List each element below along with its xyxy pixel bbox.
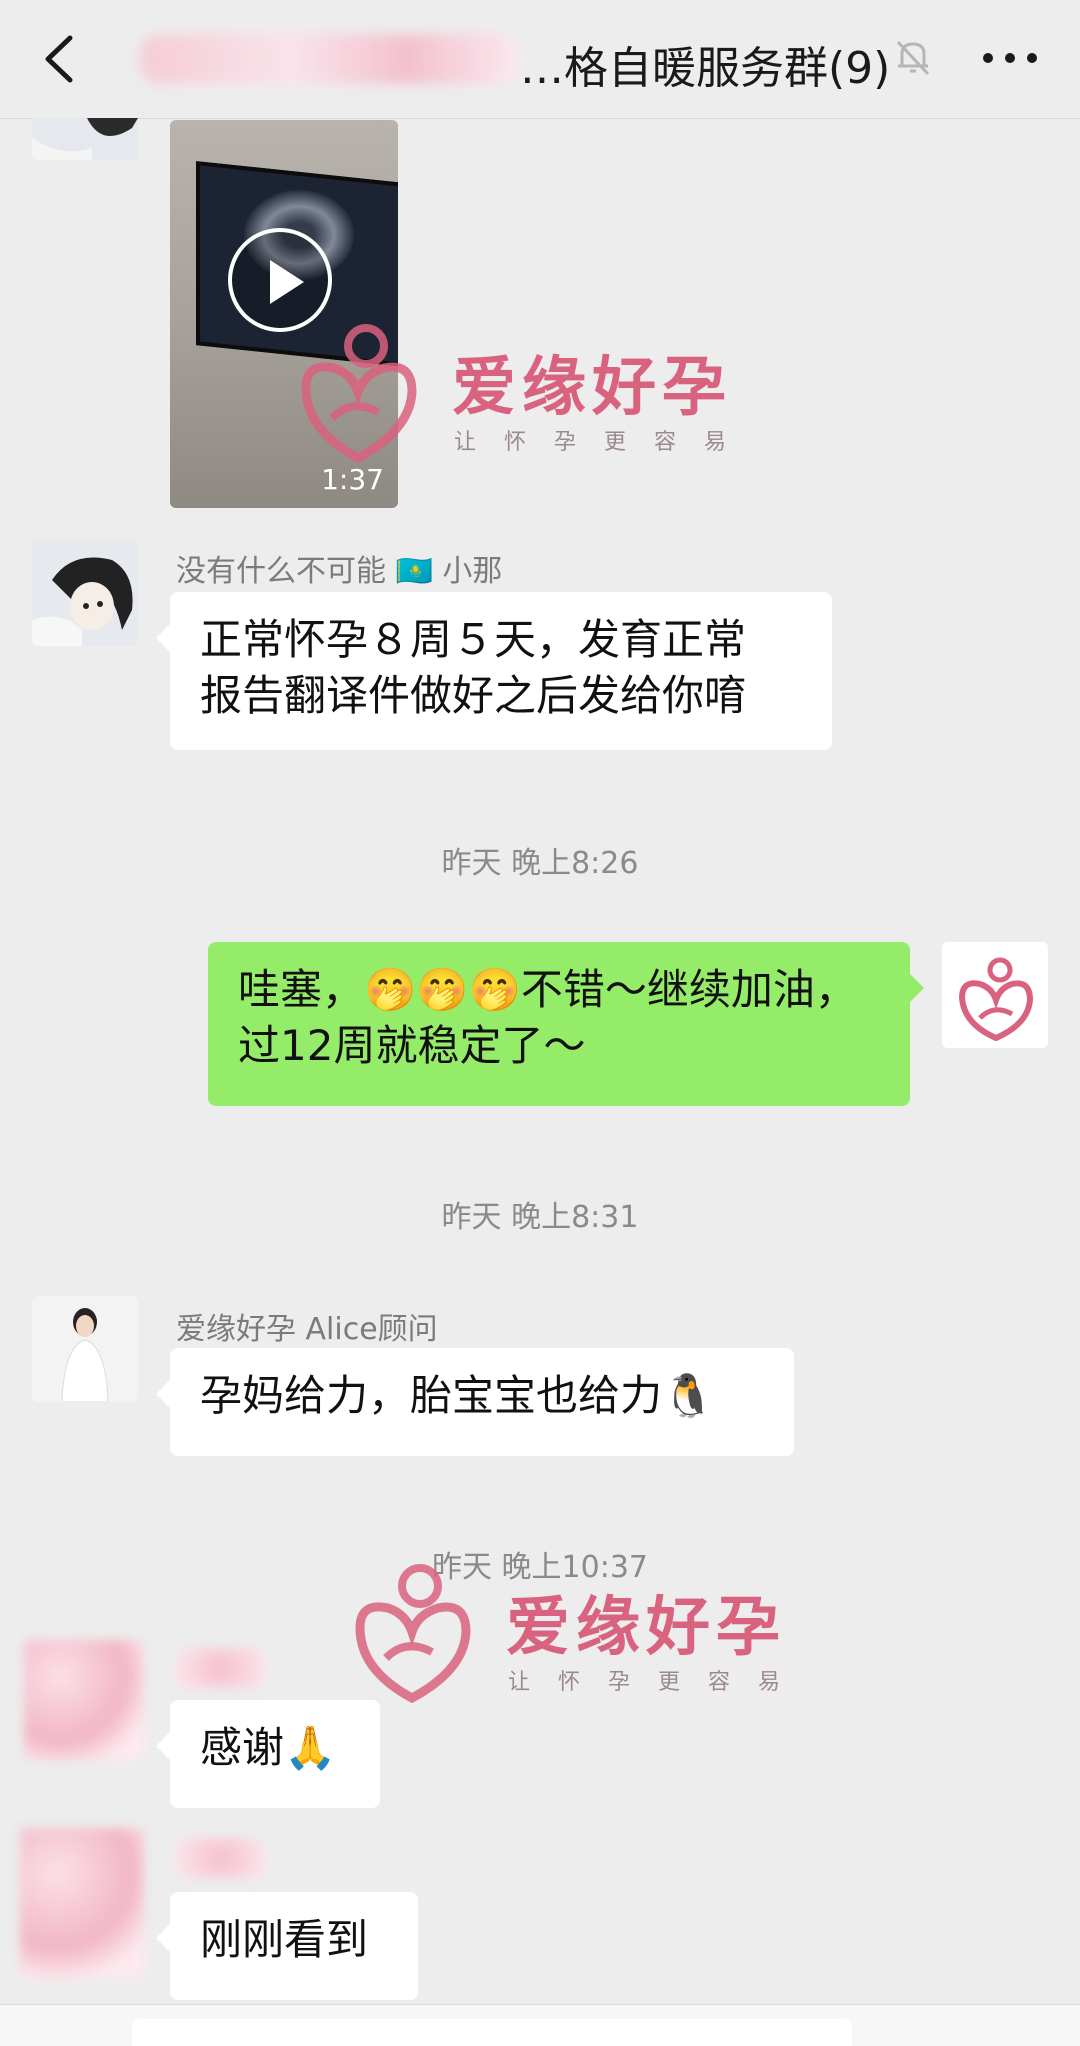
video-message[interactable]: 1:37 xyxy=(170,120,398,508)
watermark-title: 爱缘好孕 xyxy=(452,351,732,425)
penguin-emoji: 🐧 xyxy=(662,1371,715,1420)
message-text: 刚刚看到 xyxy=(200,1915,369,1964)
message-bubble[interactable]: 感谢🙏 xyxy=(156,1700,380,1808)
consultant-photo xyxy=(32,1296,138,1402)
video-duration: 1:37 xyxy=(321,463,384,496)
message-text: 哇塞， xyxy=(238,965,365,1014)
timestamp: 昨天 晚上10:37 xyxy=(432,1550,648,1585)
avatar[interactable] xyxy=(32,118,138,160)
input-bar xyxy=(0,2004,1080,2046)
chevron-left-icon xyxy=(45,35,73,83)
back-button[interactable] xyxy=(36,24,96,94)
blurred-sender-name xyxy=(176,1648,266,1688)
avatar[interactable] xyxy=(20,1828,144,1978)
watermark-subtitle: 让怀孕更容易 xyxy=(508,1670,809,1695)
message-text: 不错～继续加油， xyxy=(520,965,857,1014)
message-text-line: 正常怀孕８周５天，发育正常 xyxy=(200,615,747,664)
my-avatar[interactable] xyxy=(942,942,1048,1048)
brand-logo-icon xyxy=(942,942,1048,1048)
watermark-title: 爱缘好孕 xyxy=(506,1591,786,1665)
more-options-button[interactable] xyxy=(970,30,1050,86)
message-text: 感谢 xyxy=(200,1723,285,1772)
blurred-sender-name xyxy=(176,1838,266,1878)
avatar[interactable] xyxy=(24,1640,144,1760)
play-icon[interactable] xyxy=(228,228,332,332)
blurred-group-name xyxy=(140,34,520,84)
timestamp: 昨天 晚上8:31 xyxy=(441,1200,639,1235)
my-message-bubble[interactable]: 哇塞，🤭🤭🤭不错～继续加油， 过12周就稳定了～ xyxy=(208,942,924,1106)
timestamp: 昨天 晚上8:26 xyxy=(441,846,639,881)
group-title-text: …格自暖服务群(9) xyxy=(520,43,891,94)
message-text-line: 报告翻译件做好之后发给你唷 xyxy=(200,671,747,720)
message-bubble[interactable]: 孕妈给力，胎宝宝也给力🐧 xyxy=(156,1348,794,1456)
avatar[interactable] xyxy=(32,1296,138,1402)
watermark-subtitle: 让怀孕更容易 xyxy=(454,430,755,455)
mute-bell-icon xyxy=(888,32,938,82)
folded-hands-emoji: 🙏 xyxy=(284,1723,337,1772)
message-bubble[interactable]: 正常怀孕８周５天，发育正常 报告翻译件做好之后发给你唷 xyxy=(156,592,832,750)
anime-avatar-image xyxy=(32,540,138,646)
anime-avatar-image xyxy=(32,118,138,160)
avatar[interactable] xyxy=(32,540,138,646)
sender-name: 爱缘好孕 Alice顾问 xyxy=(176,1312,438,1347)
message-text-line: 过12周就稳定了～ xyxy=(238,1021,586,1070)
more-dots-icon xyxy=(983,53,1037,63)
sender-name: 没有什么不可能 🇰🇿 小那 xyxy=(176,554,503,589)
message-bubble[interactable]: 刚刚看到 xyxy=(156,1892,418,2000)
chat-title: …格自暖服务群(9) xyxy=(140,26,890,94)
message-text-line: 哇塞，🤭🤭🤭不错～继续加油， xyxy=(238,962,880,1018)
message-text: 孕妈给力，胎宝宝也给力 xyxy=(200,1371,663,1420)
message-input[interactable] xyxy=(132,2019,852,2046)
emoji-hand-over-mouth: 🤭🤭🤭 xyxy=(364,965,521,1014)
chat-window: …格自暖服务群(9) 1:37 爱缘好孕 让怀孕更容易 没有什么不可能 🇰🇿 小… xyxy=(0,0,1080,2046)
chat-header: …格自暖服务群(9) xyxy=(0,0,1080,119)
